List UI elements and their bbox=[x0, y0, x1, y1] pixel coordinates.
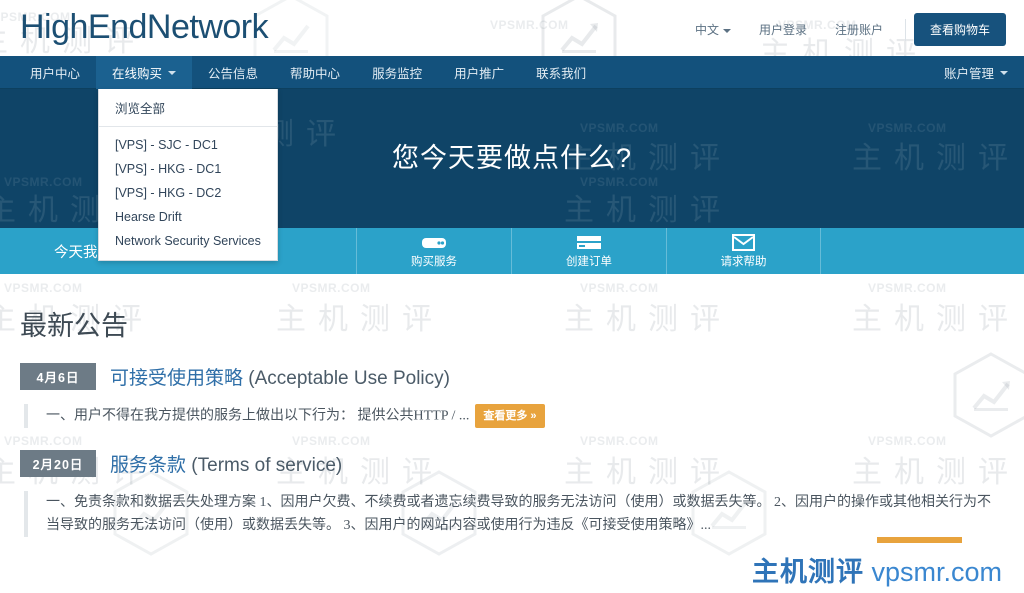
watermark-cn: 主机测评 bbox=[132, 586, 300, 593]
envelope-icon bbox=[732, 233, 755, 251]
nav-item-label: 公告信息 bbox=[208, 67, 259, 81]
announcement-header: 4月6日 可接受使用策略 (Acceptable Use Policy) bbox=[20, 363, 1004, 390]
language-label: 中文 bbox=[694, 23, 719, 37]
announcement-title-en: (Acceptable Use Policy) bbox=[243, 368, 450, 389]
announcement-title-link[interactable]: 服务条款 (Terms of service) bbox=[110, 450, 342, 477]
action-button-label: 创建订单 bbox=[566, 255, 612, 268]
watermark-cn: 主机测评 bbox=[564, 194, 732, 227]
page-title: 最新公告 bbox=[20, 311, 128, 341]
read-more-button[interactable]: 查看更多 » bbox=[475, 404, 545, 429]
announcement-item: 2月20日 服务条款 (Terms of service) 一、免责条款和数据丢… bbox=[20, 450, 1004, 538]
announcements-section: 最新公告 4月6日 可接受使用策略 (Acceptable Use Policy… bbox=[0, 274, 1024, 538]
chevron-down-icon bbox=[168, 70, 177, 75]
action-button-label: 购买服务 bbox=[411, 255, 457, 268]
announcement-date-badge: 2月20日 bbox=[20, 450, 96, 478]
nav-item-account[interactable]: 账户管理 bbox=[928, 56, 1024, 89]
chevron-down-icon bbox=[1000, 70, 1008, 75]
dropdown-browse-all[interactable]: 浏览全部 bbox=[99, 89, 277, 127]
announcement-body-text: 一、用户不得在我方提供的服务上做出以下行为： 提供公共HTTP / ... bbox=[46, 408, 470, 424]
watermark-domain: VPSMR.COM bbox=[4, 175, 83, 189]
announcement-title-cn: 可接受使用策略 bbox=[110, 368, 244, 389]
nav-item-2[interactable]: 公告信息 bbox=[192, 56, 274, 89]
nav-item-4[interactable]: 服务监控 bbox=[356, 56, 438, 89]
announcement-item: 4月6日 可接受使用策略 (Acceptable Use Policy) 一、用… bbox=[20, 363, 1004, 429]
nav-item-6[interactable]: 联系我们 bbox=[520, 56, 602, 89]
site-logo[interactable]: HighEndNetwork bbox=[20, 8, 269, 47]
server-icon bbox=[421, 234, 447, 251]
watermark-domain: VPSMR.COM bbox=[580, 175, 659, 189]
online-purchase-dropdown: 浏览全部 [VPS] - SJC - DC1 [VPS] - HKG - DC1[… bbox=[98, 89, 278, 261]
nav-item-1[interactable]: 在线购买 bbox=[96, 56, 193, 89]
nav-item-label: 用户中心 bbox=[30, 67, 81, 81]
nav-item-account-label: 账户管理 bbox=[943, 67, 994, 81]
nav-item-label: 在线购买 bbox=[112, 67, 163, 81]
dropdown-item-2[interactable]: [VPS] - HKG - DC2 bbox=[99, 181, 277, 205]
watermark-overlay: 主机测评 vpsmr.com bbox=[752, 550, 1002, 589]
dropdown-list: [VPS] - SJC - DC1 [VPS] - HKG - DC1 [VPS] … bbox=[99, 127, 277, 260]
announcement-title-en: (Terms of service) bbox=[186, 455, 343, 477]
site-header: HighEndNetwork 中文 用户登录 注册账户 查看购物车 bbox=[0, 0, 1024, 56]
register-link[interactable]: 注册账户 bbox=[821, 21, 897, 38]
page-root: VPSMR.COM 主机测评 VPSMR.COM 主机测评 VPSMR.COM … bbox=[0, 0, 1024, 593]
announcement-body: 一、用户不得在我方提供的服务上做出以下行为： 提供公共HTTP / ... 查看更… bbox=[24, 404, 1004, 429]
dropdown-item-1[interactable]: [VPS] - HKG - DC1 bbox=[99, 157, 277, 181]
view-cart-button[interactable]: 查看购物车 bbox=[913, 13, 1006, 46]
credit-card-icon bbox=[576, 234, 602, 251]
dropdown-item-3[interactable]: Hearse Drift bbox=[99, 205, 277, 229]
announcement-title-cn: 服务条款 bbox=[110, 455, 187, 477]
nav-item-5[interactable]: 用户推广 bbox=[438, 56, 520, 89]
announcement-title-link[interactable]: 可接受使用策略 (Acceptable Use Policy) bbox=[110, 363, 450, 390]
dropdown-item-0[interactable]: [VPS] - SJC - DC1 bbox=[99, 133, 277, 157]
login-link[interactable]: 用户登录 bbox=[745, 21, 821, 38]
announcement-header: 2月20日 服务条款 (Terms of service) bbox=[20, 450, 1004, 478]
header-links: 中文 用户登录 注册账户 查看购物车 bbox=[681, 13, 1006, 46]
nav-item-label: 联系我们 bbox=[536, 67, 587, 81]
action-button-1[interactable]: 创建订单 bbox=[511, 228, 666, 274]
chevron-down-icon bbox=[722, 28, 731, 33]
watermark-cn: 主机测评 bbox=[420, 586, 588, 593]
highlight-bar bbox=[877, 537, 962, 543]
nav-item-label: 帮助中心 bbox=[290, 67, 341, 81]
dropdown-item-4[interactable]: Network Security Services bbox=[99, 229, 277, 253]
announcement-date-badge: 4月6日 bbox=[20, 363, 96, 390]
nav-item-0[interactable]: 用户中心 bbox=[14, 56, 96, 89]
action-button-0[interactable]: 购买服务 bbox=[356, 228, 511, 274]
nav-item-label: 用户推广 bbox=[454, 67, 505, 81]
action-button-label: 请求帮助 bbox=[720, 255, 767, 268]
watermark-overlay-domain: vpsmr.com bbox=[871, 557, 1002, 587]
header-divider bbox=[904, 18, 906, 41]
announcement-body: 一、免责条款和数据丢失处理方案 1、因用户欠费、不续费或者遗忘续费导致的服务无法… bbox=[24, 491, 1004, 538]
nav-item-3[interactable]: 帮助中心 bbox=[274, 56, 356, 89]
nav-item-label: 服务监控 bbox=[372, 67, 423, 81]
main-navigation: 用户中心 在线购买 公告信息 帮助中心 服务监控 用户推广 联系我们 账户管理 bbox=[0, 56, 1024, 89]
action-button-2[interactable]: 请求帮助 bbox=[666, 228, 821, 274]
language-selector[interactable]: 中文 bbox=[681, 21, 745, 38]
watermark-overlay-cn: 主机测评 bbox=[751, 557, 864, 587]
